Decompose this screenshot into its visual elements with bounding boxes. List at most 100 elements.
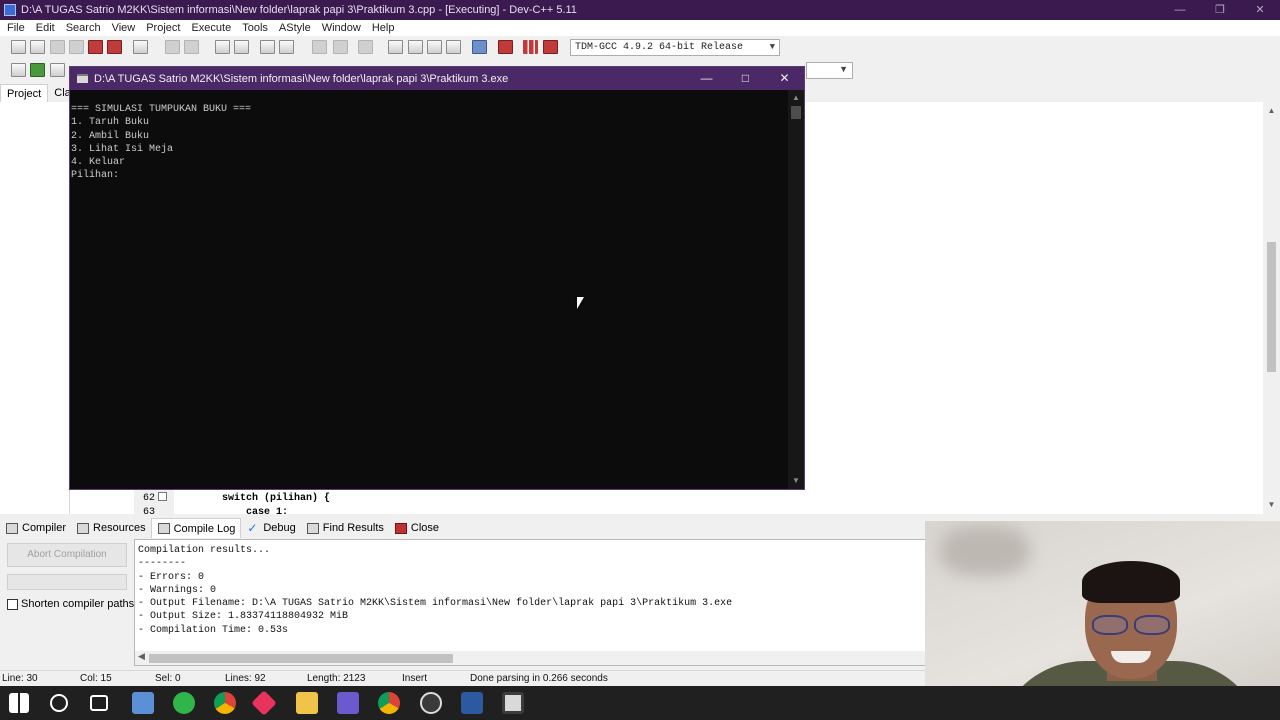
menu-execute[interactable]: Execute: [186, 22, 237, 34]
tab-find-results[interactable]: Find Results: [301, 518, 389, 538]
redo-icon[interactable]: [184, 40, 199, 54]
tab-compiler[interactable]: Compiler: [0, 518, 71, 538]
resources-icon: [77, 522, 90, 534]
scroll-down-icon[interactable]: ▼: [788, 476, 804, 485]
log-scroll-thumb[interactable]: [149, 654, 453, 663]
app-circle-icon[interactable]: [420, 692, 442, 714]
task-view-icon[interactable]: [90, 695, 108, 711]
insert-icon[interactable]: [11, 63, 26, 77]
console-vertical-scrollbar[interactable]: ▲ ▼: [788, 90, 804, 489]
console-window[interactable]: D:\A TUGAS Satrio M2KK\Sistem informasi\…: [69, 66, 805, 490]
line-number: 63: [143, 507, 156, 514]
whatsapp-icon[interactable]: [173, 692, 195, 714]
minimize-icon[interactable]: —: [1160, 0, 1200, 20]
devcpp-app-icon: [4, 4, 16, 16]
compiler-select[interactable]: TDM-GCC 4.9.2 64-bit Release ▼: [570, 39, 780, 56]
menu-bar: File Edit Search View Project Execute To…: [0, 20, 1280, 36]
file-explorer-icon[interactable]: [296, 692, 318, 714]
tab-project[interactable]: Project: [0, 84, 49, 102]
menu-file[interactable]: File: [2, 22, 31, 34]
tab-compile-log[interactable]: Compile Log: [150, 518, 242, 538]
editor-scroll-thumb[interactable]: [1267, 242, 1276, 372]
goto-line-icon[interactable]: [260, 40, 275, 54]
log-horizontal-scrollbar[interactable]: ◀: [135, 651, 925, 665]
unindent-icon[interactable]: [333, 40, 348, 54]
restore-icon[interactable]: ❐: [1200, 0, 1240, 20]
chevron-down-icon: ▼: [839, 64, 848, 74]
window-icon[interactable]: [408, 40, 423, 54]
tab-close[interactable]: Close: [389, 518, 444, 538]
tab-resources-label: Resources: [93, 522, 146, 534]
goto-icon[interactable]: [30, 63, 45, 77]
find-icon[interactable]: [215, 40, 230, 54]
menu-edit[interactable]: Edit: [31, 22, 61, 34]
toggle-bookmark-icon[interactable]: [279, 40, 294, 54]
maximize-icon[interactable]: □: [726, 67, 765, 90]
menu-astyle[interactable]: AStyle: [274, 22, 317, 34]
scope-select[interactable]: ▼: [806, 62, 853, 79]
open-file-icon[interactable]: [30, 40, 45, 54]
status-line: Line: 30: [2, 673, 38, 684]
close-all-icon[interactable]: [107, 40, 122, 54]
tab-debug[interactable]: ✓ Debug: [241, 518, 300, 538]
windows-start-icon[interactable]: [9, 693, 29, 713]
profile-chart-icon[interactable]: [523, 40, 538, 54]
menu-project[interactable]: Project: [141, 22, 186, 34]
menu-window[interactable]: Window: [317, 22, 367, 34]
class-browser-icon[interactable]: [427, 40, 442, 54]
replace-icon[interactable]: [234, 40, 249, 54]
status-sel: Sel: 0: [155, 673, 181, 684]
shorten-compiler-paths-checkbox[interactable]: Shorten compiler paths: [7, 598, 134, 610]
indent-icon[interactable]: [312, 40, 327, 54]
compiler-select-value: TDM-GCC 4.9.2 64-bit Release: [575, 42, 744, 53]
tab-resources[interactable]: Resources: [71, 518, 151, 538]
teams-icon[interactable]: [337, 692, 359, 714]
compile-log[interactable]: Compilation results... -------- - Errors…: [134, 539, 926, 666]
grid-icon[interactable]: [446, 40, 461, 54]
checkbox-box[interactable]: [7, 598, 18, 610]
app-diamond-icon[interactable]: [251, 690, 277, 716]
tools-app-icon[interactable]: [132, 692, 154, 714]
console-title-bar[interactable]: D:\A TUGAS Satrio M2KK\Sistem informasi\…: [70, 67, 804, 90]
search-icon[interactable]: [50, 694, 68, 712]
scroll-up-icon[interactable]: ▲: [788, 93, 804, 102]
check-syntax-icon[interactable]: [472, 40, 487, 54]
status-length: Length: 2123: [307, 673, 366, 684]
new-project-icon[interactable]: [388, 40, 403, 54]
bottom-panel-tabs: Compiler Resources Compile Log ✓ Debug F…: [0, 518, 925, 538]
menu-help[interactable]: Help: [367, 22, 401, 34]
save-icon[interactable]: [50, 40, 65, 54]
status-bar: Line: 30 Col: 15 Sel: 0 Lines: 92 Length…: [0, 670, 925, 686]
menu-view[interactable]: View: [107, 22, 142, 34]
line-number: 62: [143, 493, 156, 504]
comment-icon[interactable]: [358, 40, 373, 54]
close-file-icon[interactable]: [88, 40, 103, 54]
close-icon[interactable]: ✕: [1240, 0, 1280, 20]
bookmark-icon[interactable]: [50, 63, 65, 77]
minimize-icon[interactable]: —: [687, 67, 726, 90]
chrome-icon[interactable]: [378, 692, 400, 714]
editor-vertical-scrollbar[interactable]: ▲ ▼: [1263, 102, 1280, 514]
undo-icon[interactable]: [165, 40, 180, 54]
fold-minus-icon[interactable]: [158, 492, 167, 501]
close-icon[interactable]: ✕: [765, 67, 804, 90]
scroll-left-icon[interactable]: ◀: [138, 651, 145, 662]
menu-search[interactable]: Search: [61, 22, 107, 34]
save-all-icon[interactable]: [69, 40, 84, 54]
scroll-up-icon[interactable]: ▲: [1263, 106, 1280, 115]
delete-profiling-icon[interactable]: [543, 40, 558, 54]
status-col: Col: 15: [80, 673, 112, 684]
stop-execution-icon[interactable]: [498, 40, 513, 54]
console-taskbar-icon[interactable]: [502, 692, 524, 714]
chrome-icon[interactable]: [214, 692, 236, 714]
print-icon[interactable]: [133, 40, 148, 54]
new-file-icon[interactable]: [11, 40, 26, 54]
menu-tools[interactable]: Tools: [237, 22, 274, 34]
tab-find-results-label: Find Results: [322, 522, 384, 534]
abort-compilation-button[interactable]: Abort Compilation: [7, 543, 127, 567]
code-editor[interactable]: [804, 102, 1280, 514]
scroll-down-icon[interactable]: ▼: [1263, 500, 1280, 509]
console-scroll-thumb[interactable]: [791, 106, 801, 119]
devcpp-taskbar-icon[interactable]: [461, 692, 483, 714]
console-output[interactable]: === SIMULASI TUMPUKAN BUKU === 1. Taruh …: [71, 103, 787, 183]
